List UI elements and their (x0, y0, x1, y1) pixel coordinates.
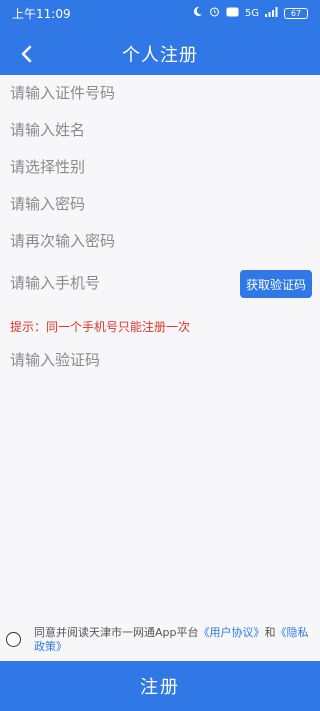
app-header: 上午11:09 5G 67 个人注册 (0, 0, 320, 75)
moon-icon (192, 6, 203, 20)
confirm-password-input[interactable] (10, 232, 230, 250)
hd-icon (226, 7, 239, 20)
signal-icon (265, 6, 278, 20)
agreement-and: 和 (264, 626, 276, 639)
code-field (0, 342, 320, 378)
user-agreement-link[interactable]: 《用户协议》 (199, 626, 265, 639)
id-number-field (0, 75, 320, 111)
battery-level: 67 (290, 8, 302, 18)
code-input[interactable] (10, 351, 230, 369)
password-input[interactable] (10, 195, 230, 213)
phone-input[interactable] (10, 274, 230, 292)
page-title: 个人注册 (122, 45, 198, 66)
phone-tip: 提示：同一个手机号只能注册一次 (10, 320, 191, 334)
gender-field (0, 149, 320, 185)
agreement-prefix: 同意并阅读天津市一网通App平台 (34, 626, 199, 639)
chevron-left-icon (21, 45, 32, 63)
confirm-password-field (0, 223, 320, 259)
status-bar: 上午11:09 5G 67 (0, 0, 320, 26)
status-icons: 5G 67 (192, 6, 308, 20)
status-time: 上午11:09 (12, 6, 71, 21)
register-button[interactable]: 注册 (0, 661, 320, 711)
battery-icon: 67 (284, 7, 308, 19)
name-input[interactable] (10, 121, 230, 139)
alarm-icon (209, 6, 220, 20)
id-number-input[interactable] (10, 84, 230, 102)
agreement-row: 同意并阅读天津市一网通App平台《用户协议》和《隐私政策》 (0, 622, 320, 658)
back-button[interactable] (12, 38, 40, 70)
gender-select[interactable] (10, 158, 230, 176)
get-code-button[interactable]: 获取验证码 (240, 270, 312, 298)
name-field (0, 112, 320, 148)
signal-label: 5G (244, 7, 259, 19)
agreement-text: 同意并阅读天津市一网通App平台《用户协议》和《隐私政策》 (34, 626, 316, 654)
title-bar: 个人注册 (0, 36, 320, 72)
password-field (0, 186, 320, 222)
agree-radio[interactable] (6, 632, 21, 647)
